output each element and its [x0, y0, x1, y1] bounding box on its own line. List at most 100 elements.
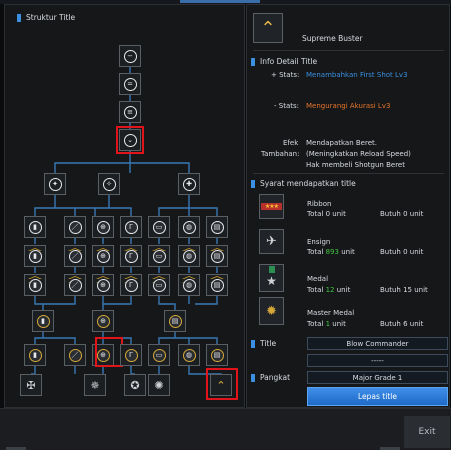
branch-node-heavy[interactable]: ✚: [178, 173, 200, 195]
star-badge-icon: ✦: [48, 177, 62, 191]
knife-icon: ／: [68, 249, 82, 263]
divider: [253, 173, 444, 174]
title-node-minus-3[interactable]: ≡: [119, 101, 141, 123]
title-node-r2-5[interactable]: ▭: [148, 245, 170, 267]
crossed-axes-icon: ✠: [26, 378, 36, 392]
title-node-r3-7[interactable]: ▤: [206, 274, 228, 296]
plus-stats-value: Menambahkan First Shot Lv3: [306, 71, 408, 79]
knife-icon: ／: [68, 278, 82, 292]
info-detail-header: Info Detail Title: [250, 57, 318, 66]
knife-icon: ／: [68, 220, 82, 234]
minus-stats-value: Mengurangi Akurasi Lv3: [306, 102, 391, 110]
plus-stats-label: + Stats:: [271, 71, 300, 79]
req-medal-name: Medal: [307, 275, 329, 283]
title-node-r3-5[interactable]: ▭: [148, 274, 170, 296]
title-detail-panel: ⌃ Supreme Buster Info Detail Title + Sta…: [246, 4, 450, 408]
title-node-r1-3[interactable]: ⊕: [92, 216, 114, 238]
bullet-icon: ▮: [28, 278, 42, 292]
rank-label: Pangkat: [250, 373, 291, 382]
title-node-minus-1[interactable]: −: [119, 45, 141, 67]
title-node-r5-2[interactable]: ／: [64, 344, 86, 366]
title-node-r1-7[interactable]: ▤: [206, 216, 228, 238]
medal-ribbon-icon: [269, 266, 275, 273]
title-label: Title: [250, 339, 277, 348]
machine-gun-medal-icon: ▤: [168, 314, 182, 328]
ensign-icon: ✈: [259, 229, 284, 254]
title-node-r1-5[interactable]: ▭: [148, 216, 170, 238]
title-node-r4-2[interactable]: ⊕: [92, 310, 114, 332]
master-node-2[interactable]: ✵: [84, 374, 106, 396]
title-node-r3-2[interactable]: ／: [64, 274, 86, 296]
wreath-shotgun-icon: ▭: [152, 348, 166, 362]
bullet-icon: ▮: [28, 249, 42, 263]
pistol-icon: ᒥ: [124, 249, 138, 263]
effect-label: Efek: [283, 139, 299, 147]
wreath-pistol-icon: ᒥ: [124, 348, 138, 362]
effect-line-3: Hak membeli Shotgun Beret: [306, 161, 405, 169]
ribbon-icon: ★★★: [259, 194, 284, 219]
branch-node-rifle[interactable]: ✧: [98, 173, 120, 195]
bullet-medal-icon: ▮: [36, 314, 50, 328]
title-node-r1-4[interactable]: ᒥ: [120, 216, 142, 238]
bottom-bar: [0, 408, 451, 450]
grenade-icon: ◍: [182, 220, 196, 234]
bullet-icon: ▮: [28, 220, 42, 234]
req-ensign-need: Butuh 0 unit: [380, 248, 424, 256]
triple-bar-icon: ≡: [123, 105, 137, 119]
winged-star-icon: ✵: [90, 378, 100, 392]
equipped-title-slot-2[interactable]: -----: [307, 354, 448, 367]
title-node-r4-3[interactable]: ▤: [164, 310, 186, 332]
master-node-4[interactable]: ✺: [148, 374, 170, 396]
supreme-buster-emblem-icon: ⌃: [260, 17, 276, 39]
req-ensign-total: Total 893 unit: [307, 248, 355, 256]
title-node-r5-7[interactable]: ▤: [206, 344, 228, 366]
release-title-button[interactable]: Lepas title: [307, 387, 448, 406]
title-node-r5-1[interactable]: ▮: [24, 344, 46, 366]
title-node-r2-6[interactable]: ◍: [178, 245, 200, 267]
title-node-r3-1[interactable]: ▮: [24, 274, 46, 296]
title-node-r5-4[interactable]: ᒥ: [120, 344, 142, 366]
selection-highlight-3: [206, 368, 238, 400]
master-medal-emblem-icon: ✹: [266, 303, 277, 319]
wreath-machine-gun-icon: ▤: [210, 348, 224, 362]
effect-line-1: Mendapatkan Beret.: [306, 139, 377, 147]
title-node-r3-3[interactable]: ⊕: [92, 274, 114, 296]
title-node-r2-1[interactable]: ▮: [24, 245, 46, 267]
title-node-r1-1[interactable]: ▮: [24, 216, 46, 238]
master-node-3[interactable]: ✪: [124, 374, 146, 396]
equipped-title-slot-1[interactable]: Blow Commander: [307, 337, 448, 350]
req-ribbon-need: Butuh 0 unit: [380, 210, 424, 218]
crosshair-icon: ⊕: [96, 278, 110, 292]
title-node-r4-1[interactable]: ▮: [32, 310, 54, 332]
title-node-r2-3[interactable]: ⊕: [92, 245, 114, 267]
branch-node-assault[interactable]: ✦: [44, 173, 66, 195]
title-node-r3-6[interactable]: ◍: [178, 274, 200, 296]
equals-icon: =: [123, 77, 137, 91]
req-medal-total: Total 12 unit: [307, 286, 351, 294]
crosshair-icon: ⊕: [96, 220, 110, 234]
req-ribbon-total: Total 0 unit: [307, 210, 346, 218]
title-node-r5-5[interactable]: ▭: [148, 344, 170, 366]
crosshair-medal-icon: ⊕: [96, 314, 110, 328]
shotgun-icon: ▭: [152, 220, 166, 234]
medal-icon: ★: [259, 264, 284, 292]
effect-line-2: (Meningkatkan Reload Speed): [306, 150, 411, 158]
grenade-icon: ◍: [182, 278, 196, 292]
machine-gun-icon: ▤: [210, 278, 224, 292]
title-window: Struktur Title − = ≡ ⌄ ✦ ✧ ✚ ▮ ／ ⊕ ᒥ ▭ ◍…: [0, 0, 451, 450]
title-node-r3-4[interactable]: ᒥ: [120, 274, 142, 296]
title-node-r2-7[interactable]: ▤: [206, 245, 228, 267]
title-node-r1-6[interactable]: ◍: [178, 216, 200, 238]
title-node-r1-2[interactable]: ／: [64, 216, 86, 238]
title-node-minus-2[interactable]: =: [119, 73, 141, 95]
master-node-1[interactable]: ✠: [20, 374, 42, 396]
req-master-medal-name: Master Medal: [307, 309, 355, 317]
title-node-r2-2[interactable]: ／: [64, 245, 86, 267]
exit-button[interactable]: Exit: [404, 416, 450, 448]
req-master-medal-total: Total 1 unit: [307, 320, 346, 328]
machine-gun-icon: ▤: [210, 249, 224, 263]
wreath-grenade-icon: ◍: [182, 348, 196, 362]
title-node-r2-4[interactable]: ᒥ: [120, 245, 142, 267]
selection-highlight-2: [95, 337, 123, 367]
title-node-r5-6[interactable]: ◍: [178, 344, 200, 366]
